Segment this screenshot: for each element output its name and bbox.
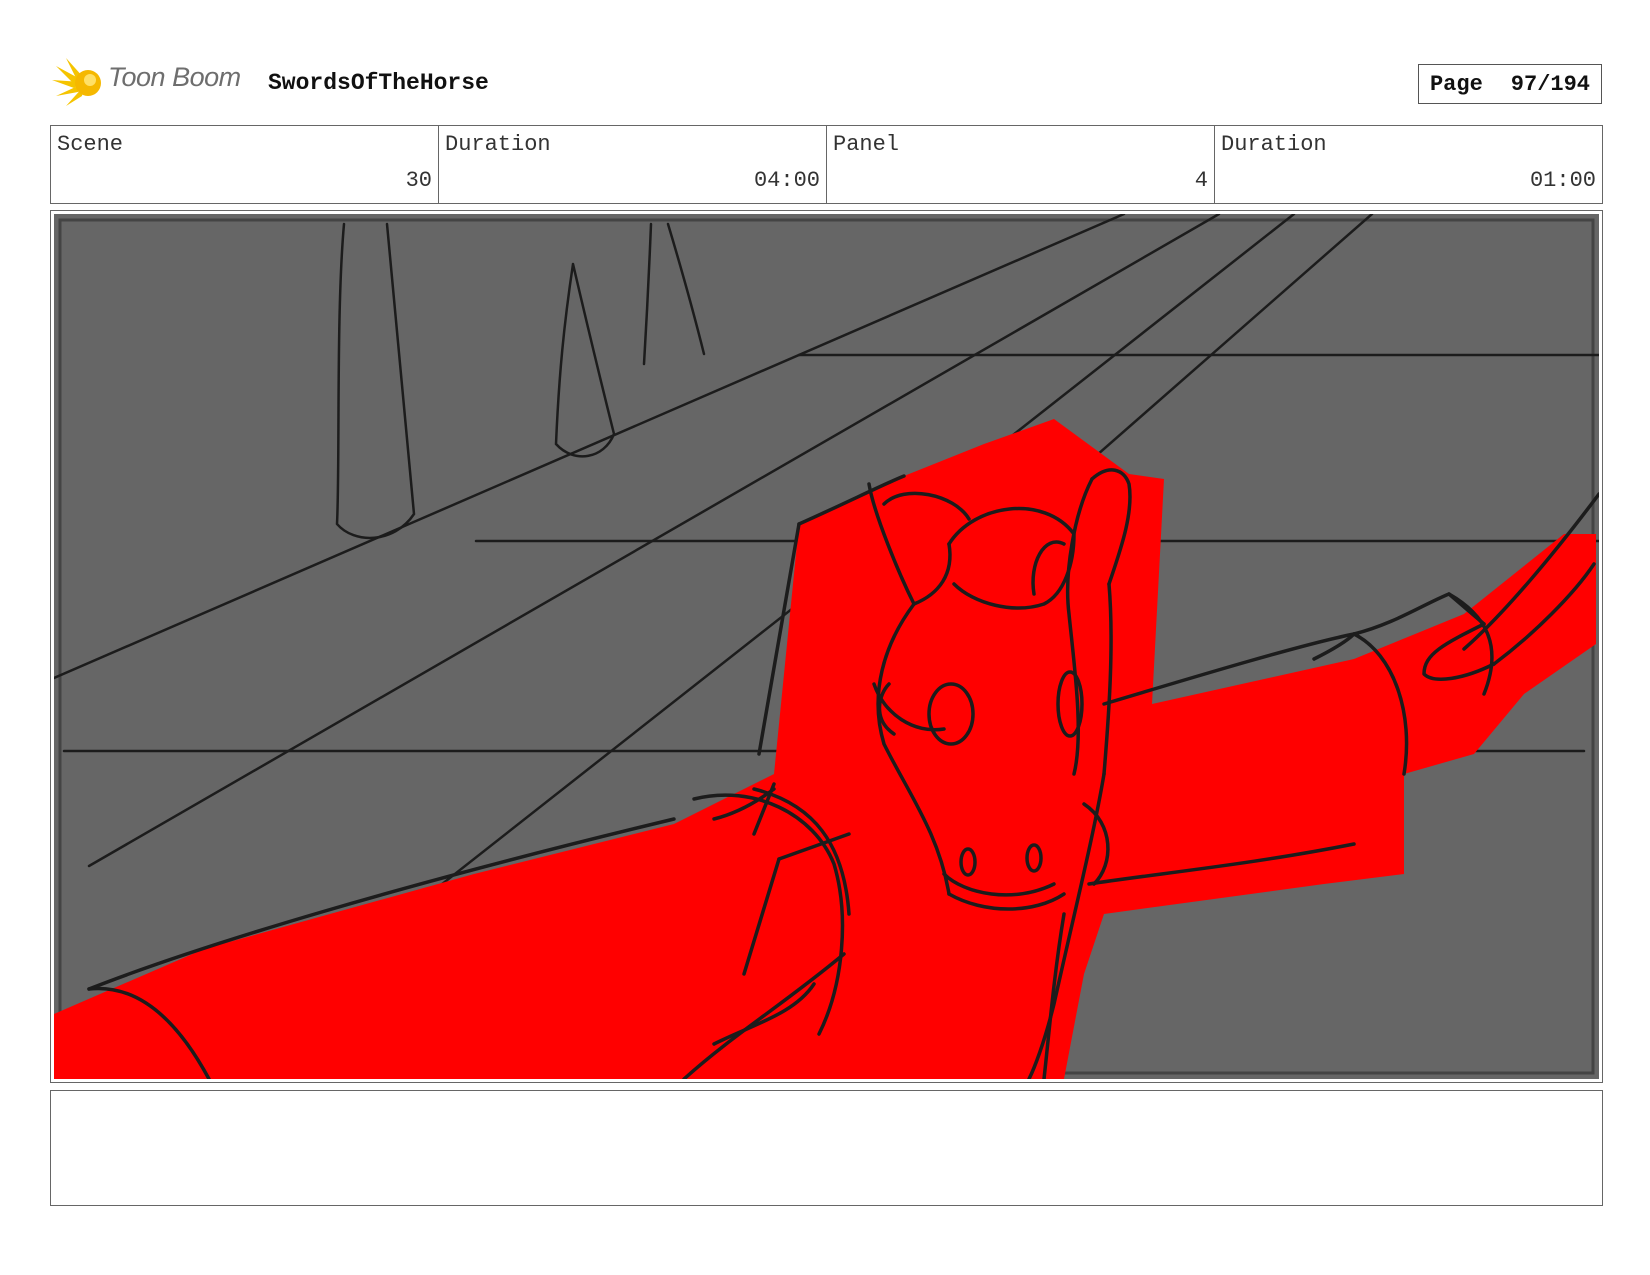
scene-duration-value: 04:00 <box>753 168 820 193</box>
scene-label: Scene <box>57 132 124 157</box>
panel-value: 4 <box>1194 168 1208 193</box>
panel-notes-box <box>50 1090 1603 1206</box>
panel-info-bar: Scene 30 Duration 04:00 Panel 4 Duration… <box>50 125 1603 204</box>
storyboard-sketch <box>54 214 1599 1079</box>
project-title: SwordsOfTheHorse <box>268 70 489 96</box>
page-label: Page <box>1429 71 1483 97</box>
scene-cell: Scene 30 <box>51 126 439 203</box>
scene-duration-label: Duration <box>445 132 551 157</box>
panel-label: Panel <box>833 132 900 157</box>
page-indicator: Page 97/194 <box>1418 64 1602 104</box>
sun-burst-icon <box>52 58 101 106</box>
storyboard-panel-frame <box>50 210 1603 1083</box>
logo-wordmark: Toon Boom <box>108 62 241 92</box>
page-number: 97/194 <box>1510 71 1591 97</box>
panel-cell: Panel 4 <box>827 126 1215 203</box>
scene-duration-cell: Duration 04:00 <box>439 126 827 203</box>
panel-duration-cell: Duration 01:00 <box>1215 126 1602 203</box>
toon-boom-logo: Toon Boom <box>52 56 252 114</box>
panel-duration-value: 01:00 <box>1529 168 1596 193</box>
panel-duration-label: Duration <box>1221 132 1327 157</box>
scene-value: 30 <box>405 168 432 193</box>
